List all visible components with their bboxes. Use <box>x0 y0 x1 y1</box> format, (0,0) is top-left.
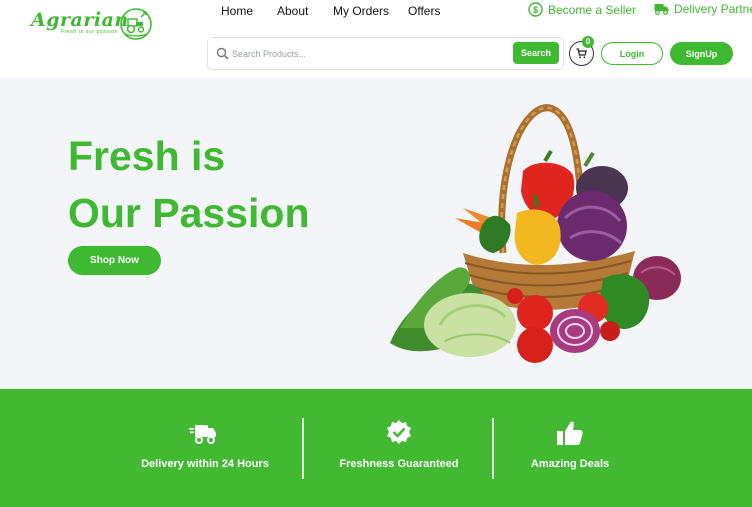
feature-delivery: Delivery within 24 Hours <box>123 389 287 507</box>
cart-count-badge: 0 <box>582 36 594 48</box>
nav-my-orders[interactable]: My Orders <box>333 4 389 18</box>
delivery-partner-link[interactable]: Delivery Partner <box>654 2 752 16</box>
svg-text:$: $ <box>533 5 538 15</box>
feature-divider <box>302 418 304 479</box>
search-icon <box>216 47 229 60</box>
vegetable-basket-image <box>390 104 681 363</box>
feature-delivery-label: Delivery within 24 Hours <box>141 458 269 470</box>
search-button[interactable]: Search <box>513 42 559 64</box>
hero-title: Fresh is Our Passion <box>68 128 310 242</box>
shop-now-button[interactable]: Shop Now <box>68 246 161 275</box>
signup-button[interactable]: SignUp <box>670 42 733 65</box>
cart-icon <box>576 48 587 59</box>
feature-deals-label: Amazing Deals <box>530 458 610 470</box>
brand-logo[interactable]: Agrarian Fresh is our passion <box>31 7 153 43</box>
search-bar: Search <box>207 37 564 70</box>
hero-title-line2: Our Passion <box>68 190 310 236</box>
login-button[interactable]: Login <box>601 42 663 65</box>
hero-title-line1: Fresh is <box>68 133 226 179</box>
brand-tagline: Fresh is our passion <box>61 29 119 35</box>
thumbs-up-icon <box>557 421 583 445</box>
header: Agrarian Fresh is our passion Home About… <box>0 0 752 78</box>
tractor-emblem-icon <box>120 8 152 40</box>
delivery-truck-icon <box>189 425 216 444</box>
dollar-coin-icon: $ <box>528 2 543 17</box>
nav-home[interactable]: Home <box>221 4 253 18</box>
brand-name: Agrarian <box>31 9 129 31</box>
truck-icon <box>654 4 669 15</box>
cart-button[interactable]: 0 <box>569 36 594 66</box>
feature-divider <box>492 418 494 479</box>
feature-deals: Amazing Deals <box>515 389 625 507</box>
search-input[interactable] <box>232 44 512 64</box>
delivery-partner-label: Delivery Partner <box>674 2 752 16</box>
nav-about[interactable]: About <box>277 4 308 18</box>
become-seller-link[interactable]: $ Become a Seller <box>528 2 636 17</box>
become-seller-label: Become a Seller <box>548 2 637 17</box>
nav-offers[interactable]: Offers <box>408 4 440 18</box>
verified-badge-icon <box>387 420 411 444</box>
feature-freshness: Freshness Guaranteed <box>323 389 475 507</box>
feature-freshness-label: Freshness Guaranteed <box>339 458 459 470</box>
features-band: Delivery within 24 Hours Freshness Guara… <box>0 389 752 507</box>
